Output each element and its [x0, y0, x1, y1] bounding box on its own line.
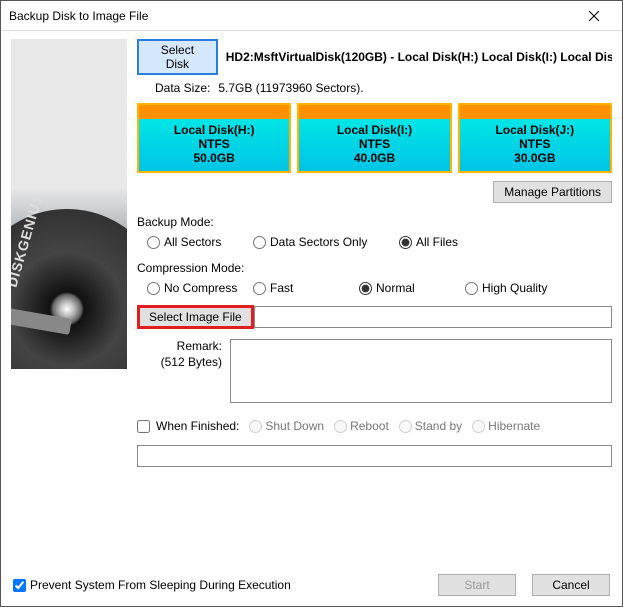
backup-mode-group: All Sectors Data Sectors Only All Files: [137, 235, 612, 249]
finished-hibernate: Hibernate: [472, 419, 540, 433]
cancel-button[interactable]: Cancel: [532, 574, 610, 596]
remark-textarea[interactable]: [230, 339, 612, 403]
image-file-input[interactable]: [254, 306, 612, 328]
selected-disk-value: HD2:MsftVirtualDisk(120GB) - Local Disk(…: [226, 50, 612, 64]
backup-mode-data-sectors[interactable]: Data Sectors Only: [253, 235, 393, 249]
when-finished-checkbox[interactable]: When Finished:: [137, 419, 239, 433]
partition-size: 40.0GB: [299, 151, 449, 165]
close-button[interactable]: [574, 2, 614, 30]
disk-illustration: DISKGENIUS: [11, 39, 127, 369]
partition-item[interactable]: Local Disk(I:) NTFS 40.0GB: [297, 103, 451, 173]
partition-fs: NTFS: [460, 137, 610, 151]
remark-label: Remark: (512 Bytes): [137, 339, 222, 403]
partition-fs: NTFS: [299, 137, 449, 151]
window-title: Backup Disk to Image File: [9, 9, 574, 23]
partition-name: Local Disk(H:): [139, 123, 289, 137]
backup-mode-label: Backup Mode:: [137, 215, 612, 229]
backup-mode-all-sectors[interactable]: All Sectors: [147, 235, 247, 249]
partition-name: Local Disk(I:): [299, 123, 449, 137]
data-size-label: Data Size:: [155, 81, 210, 95]
compression-mode-label: Compression Mode:: [137, 261, 612, 275]
titlebar: Backup Disk to Image File: [1, 1, 622, 31]
data-size-value: 5.7GB (11973960 Sectors).: [218, 81, 363, 95]
compression-none[interactable]: No Compress: [147, 281, 247, 295]
partition-list: Local Disk(H:) NTFS 50.0GB Local Disk(I:…: [137, 103, 612, 173]
finished-standby: Stand by: [399, 419, 462, 433]
partition-item[interactable]: Local Disk(J:) NTFS 30.0GB: [458, 103, 612, 173]
partition-size: 50.0GB: [139, 151, 289, 165]
compression-mode-group: No Compress Fast Normal High Quality: [137, 281, 612, 295]
compression-normal[interactable]: Normal: [359, 281, 459, 295]
manage-partitions-button[interactable]: Manage Partitions: [493, 181, 612, 203]
finished-shutdown: Shut Down: [249, 419, 324, 433]
start-button[interactable]: Start: [438, 574, 516, 596]
compression-fast[interactable]: Fast: [253, 281, 353, 295]
select-disk-button[interactable]: Select Disk: [137, 39, 218, 75]
partition-item[interactable]: Local Disk(H:) NTFS 50.0GB: [137, 103, 291, 173]
select-image-file-button[interactable]: Select Image File: [137, 305, 254, 329]
compression-high[interactable]: High Quality: [465, 281, 565, 295]
prevent-sleep-checkbox[interactable]: Prevent System From Sleeping During Exec…: [13, 578, 438, 592]
backup-mode-all-files[interactable]: All Files: [399, 235, 499, 249]
partition-size: 30.0GB: [460, 151, 610, 165]
partition-name: Local Disk(J:): [460, 123, 610, 137]
finished-reboot: Reboot: [334, 419, 389, 433]
progress-bar: [137, 445, 612, 467]
partition-fs: NTFS: [139, 137, 289, 151]
close-icon: [589, 11, 599, 21]
